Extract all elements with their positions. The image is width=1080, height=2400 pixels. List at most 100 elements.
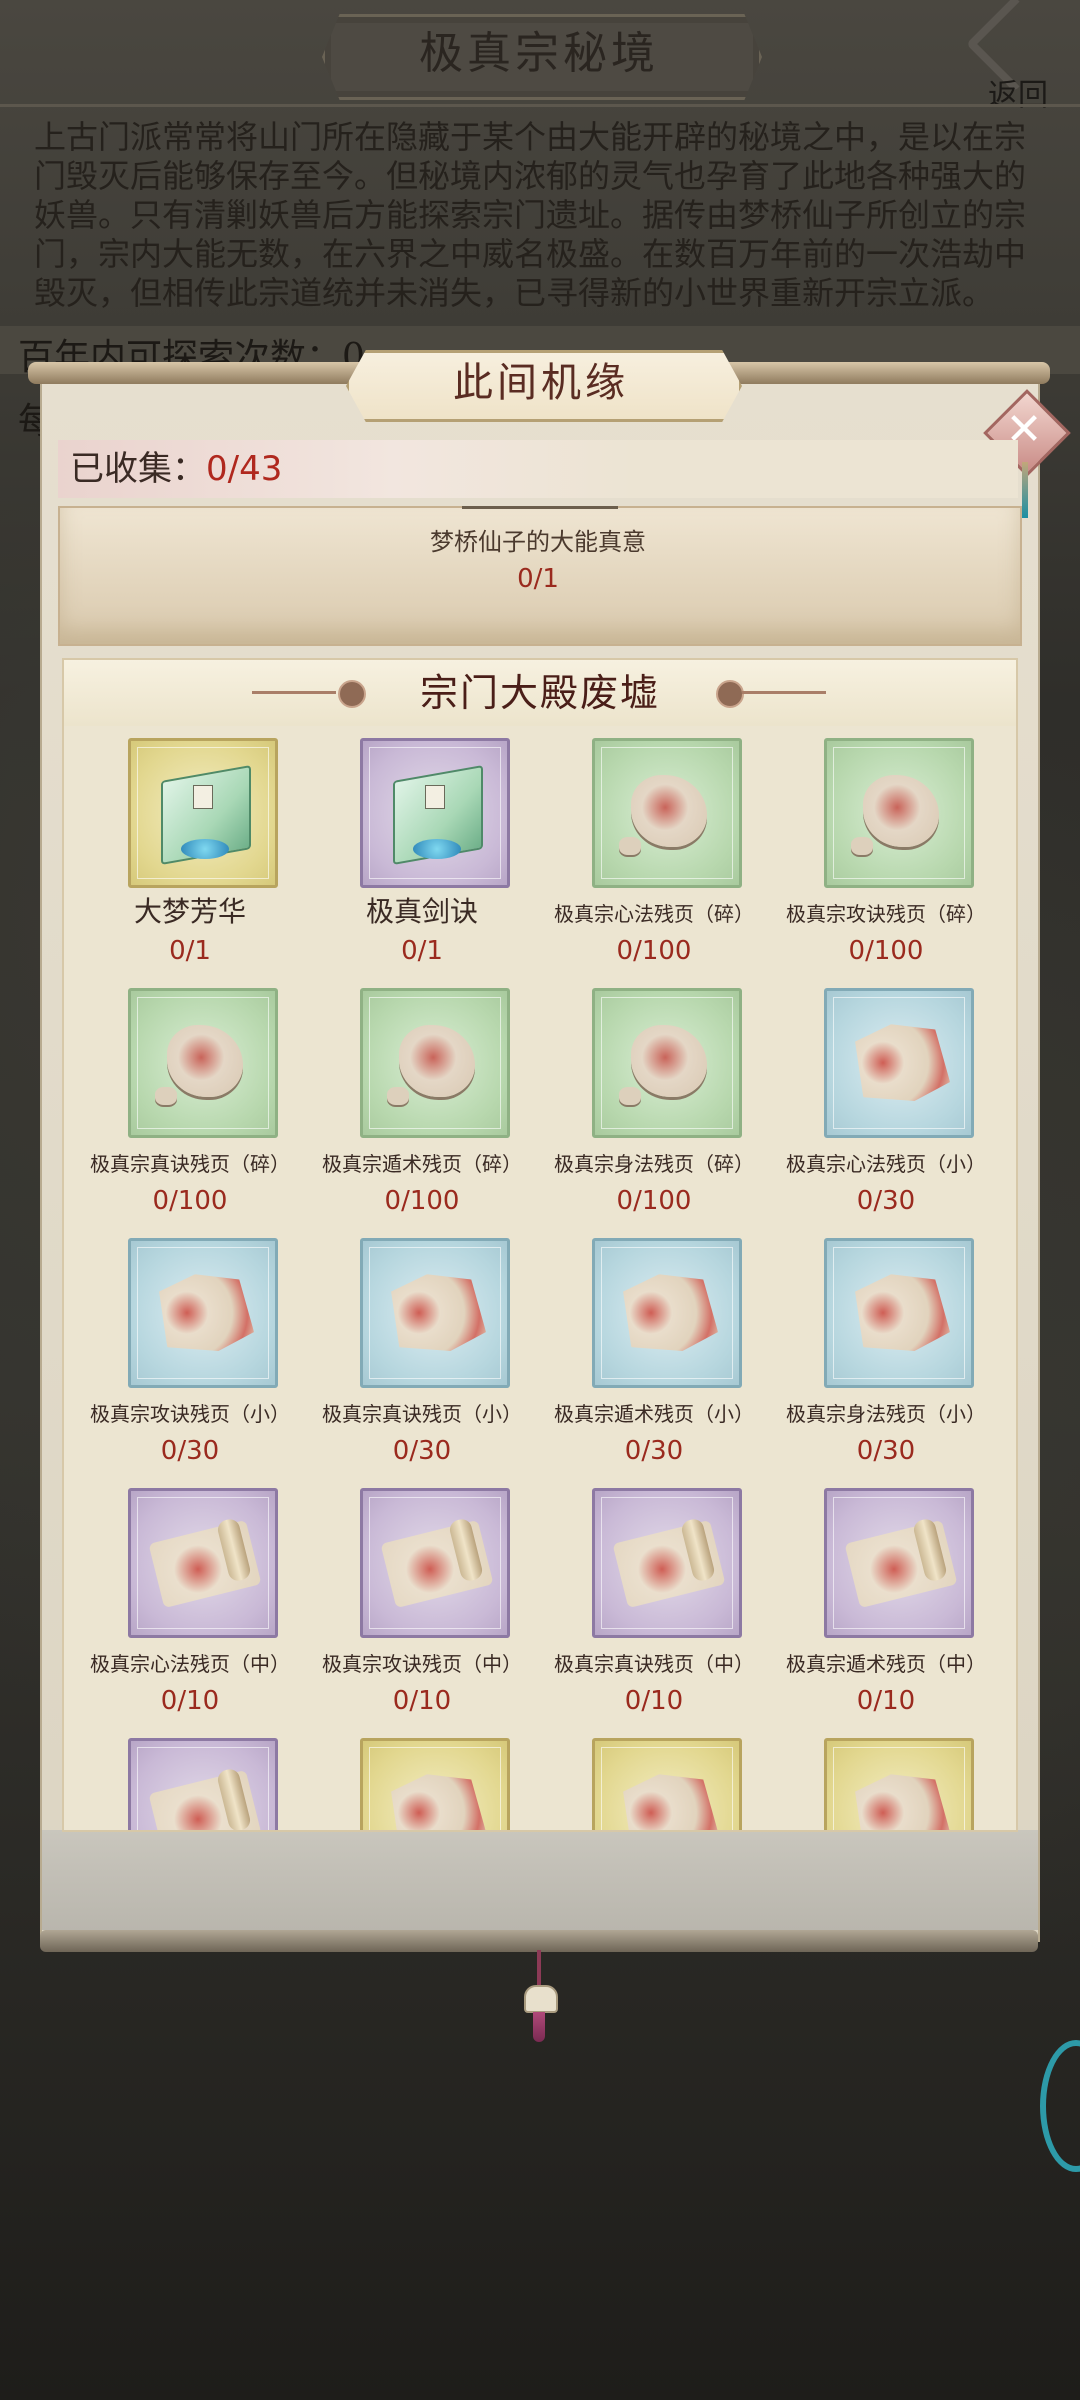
small-fragment-icon [619,837,641,855]
realm-description: 上古门派常常将山门所在隐藏于某个由大能开辟的秘境之中，是以在宗门毁灭后能够保存至… [34,118,1027,312]
reward-item-icon-frame [824,1738,974,1830]
reward-item[interactable]: 极真宗心法残页（中） 0/10 [74,1476,306,1726]
reward-item[interactable] [538,1726,770,1830]
reward-item-icon-frame [360,1738,510,1830]
reward-item[interactable]: 极真宗攻诀残页（中） 0/10 [306,1476,538,1726]
scroll-rod-bottom [40,1930,1038,1952]
featured-line [462,506,618,509]
reward-item[interactable]: 极真宗攻诀残页（碎） 0/100 [770,726,1002,976]
spirit-orb-icon [413,839,461,859]
small-fragment-icon [619,1087,641,1105]
reward-item-icon-frame [128,1488,278,1638]
small-fragment-icon [387,1087,409,1105]
reward-item-count: 0/100 [616,1186,692,1216]
reward-item[interactable]: 大梦芳华 0/1 [74,726,306,976]
small-fragment-icon [155,1087,177,1105]
reward-item[interactable]: 极真宗攻诀残页（小） 0/30 [74,1226,306,1476]
reward-item-name: 极真宗遁术残页（碎） [322,1152,522,1176]
reward-item[interactable]: 极真宗心法残页（碎） 0/100 [538,726,770,976]
reward-item-name: 极真宗真诀残页（碎） [90,1152,290,1176]
reward-section: 宗门大殿废墟 大梦芳华 0/1 极真剑诀 0/1 极真宗心法残页（碎） 0/100 极真宗攻… [62,658,1018,1832]
reward-item-icon-frame [128,1238,278,1388]
reward-item[interactable]: 极真剑诀 0/1 [306,726,538,976]
pendant-cord [537,1950,541,1990]
reward-item-name: 极真宗攻诀残页（中） [322,1652,522,1676]
reward-item-icon-frame [592,1488,742,1638]
reward-item-icon-frame [592,988,742,1138]
collected-label: 已收集： [70,449,206,489]
collected-counter: 已收集：0/43 [70,442,282,496]
reward-item-name: 极真宗身法残页（碎） [554,1152,754,1176]
spirit-orb-icon [181,839,229,859]
reward-item-count: 0/10 [160,1686,220,1716]
reward-item-icon-frame [128,738,278,888]
reward-item-name: 极真宗遁术残页（中） [786,1652,986,1676]
reward-item-count: 0/30 [856,1186,916,1216]
reward-item-name: 极真宗心法残页（中） [90,1652,290,1676]
reward-item-count: 0/10 [392,1686,452,1716]
modal-footer [42,1830,1038,1930]
reward-item-name: 极真宗身法残页（小） [786,1402,986,1426]
reward-item-icon-frame [592,1238,742,1388]
reward-item-count: 0/100 [384,1186,460,1216]
reward-item-name: 极真宗心法残页（小） [786,1152,986,1176]
bell-icon [524,1985,558,2013]
reward-item-name: 极真宗真诀残页（中） [554,1652,754,1676]
reward-item-icon-frame [360,1238,510,1388]
reward-item-count: 0/10 [624,1686,684,1716]
collected-value: 0/43 [206,449,283,489]
reward-item-name: 极真宗攻诀残页（小） [90,1402,290,1426]
section-title: 宗门大殿废墟 [419,671,660,715]
reward-item[interactable]: 极真宗遁术残页（碎） 0/100 [306,976,538,1226]
back-button[interactable]: 返回 [965,0,1068,113]
reward-item-icon-frame [128,1738,278,1830]
reward-item-icon-frame [128,988,278,1138]
reward-item[interactable]: 极真宗身法残页（碎） 0/100 [538,976,770,1226]
book-label-icon [193,785,213,809]
reward-item-icon-frame [360,1488,510,1638]
reward-item-icon-frame [360,988,510,1138]
reward-item-icon-frame [824,1238,974,1388]
reward-item[interactable]: 极真宗真诀残页（中） 0/10 [538,1476,770,1726]
reward-item-icon-frame [592,1738,742,1830]
reward-item-count: 0/30 [160,1436,220,1466]
reward-item-count: 0/100 [616,936,692,966]
reward-item-name: 极真宗攻诀残页（碎） [786,902,986,926]
back-label: 返回 [988,78,1048,113]
book-label-icon [425,785,445,809]
reward-item-icon-frame [592,738,742,888]
reward-item[interactable]: 极真宗遁术残页（小） 0/30 [538,1226,770,1476]
reward-item-count: 0/100 [848,936,924,966]
small-fragment-icon [851,837,873,855]
reward-item-count: 0/100 [152,1186,228,1216]
reward-item-name: 极真宗遁术残页（小） [554,1402,754,1426]
reward-item-name: 大梦芳华 [133,895,246,928]
reward-item-count: 0/30 [856,1436,916,1466]
reward-item-icon-frame [824,738,974,888]
reward-item[interactable]: 极真宗心法残页（小） 0/30 [770,976,1002,1226]
reward-item[interactable]: 极真宗遁术残页（中） 0/10 [770,1476,1002,1726]
reward-item[interactable]: 极真宗真诀残页（碎） 0/100 [74,976,306,1226]
reward-item[interactable] [770,1726,1002,1830]
reward-item-count: 0/1 [401,936,443,966]
reward-item-icon-frame [360,738,510,888]
reward-item-count: 0/10 [856,1686,916,1716]
reward-item-icon-frame [824,1488,974,1638]
reward-item-count: 0/30 [392,1436,452,1466]
reward-item-name: 极真宗心法残页（碎） [554,902,754,926]
featured-reward-progress: 0/1 [517,564,559,594]
divider [0,104,1080,107]
page-title: 极真宗秘境 [419,28,659,79]
reward-item[interactable] [306,1726,538,1830]
reward-item-count: 0/1 [169,936,211,966]
close-tassel [1022,462,1028,518]
reward-item[interactable]: 极真宗身法残页（小） 0/30 [770,1226,1002,1476]
reward-item[interactable]: 极真宗真诀残页（小） 0/30 [306,1226,538,1476]
reward-item-name: 极真宗真诀残页（小） [322,1402,522,1426]
modal-title: 此间机缘 [453,360,629,406]
tassel-icon [533,2012,545,2042]
reward-item-count: 0/30 [624,1436,684,1466]
featured-reward-name: 梦桥仙子的大能真意 [430,528,646,556]
reward-item-name: 极真剑诀 [365,895,478,928]
reward-item[interactable] [74,1726,306,1830]
